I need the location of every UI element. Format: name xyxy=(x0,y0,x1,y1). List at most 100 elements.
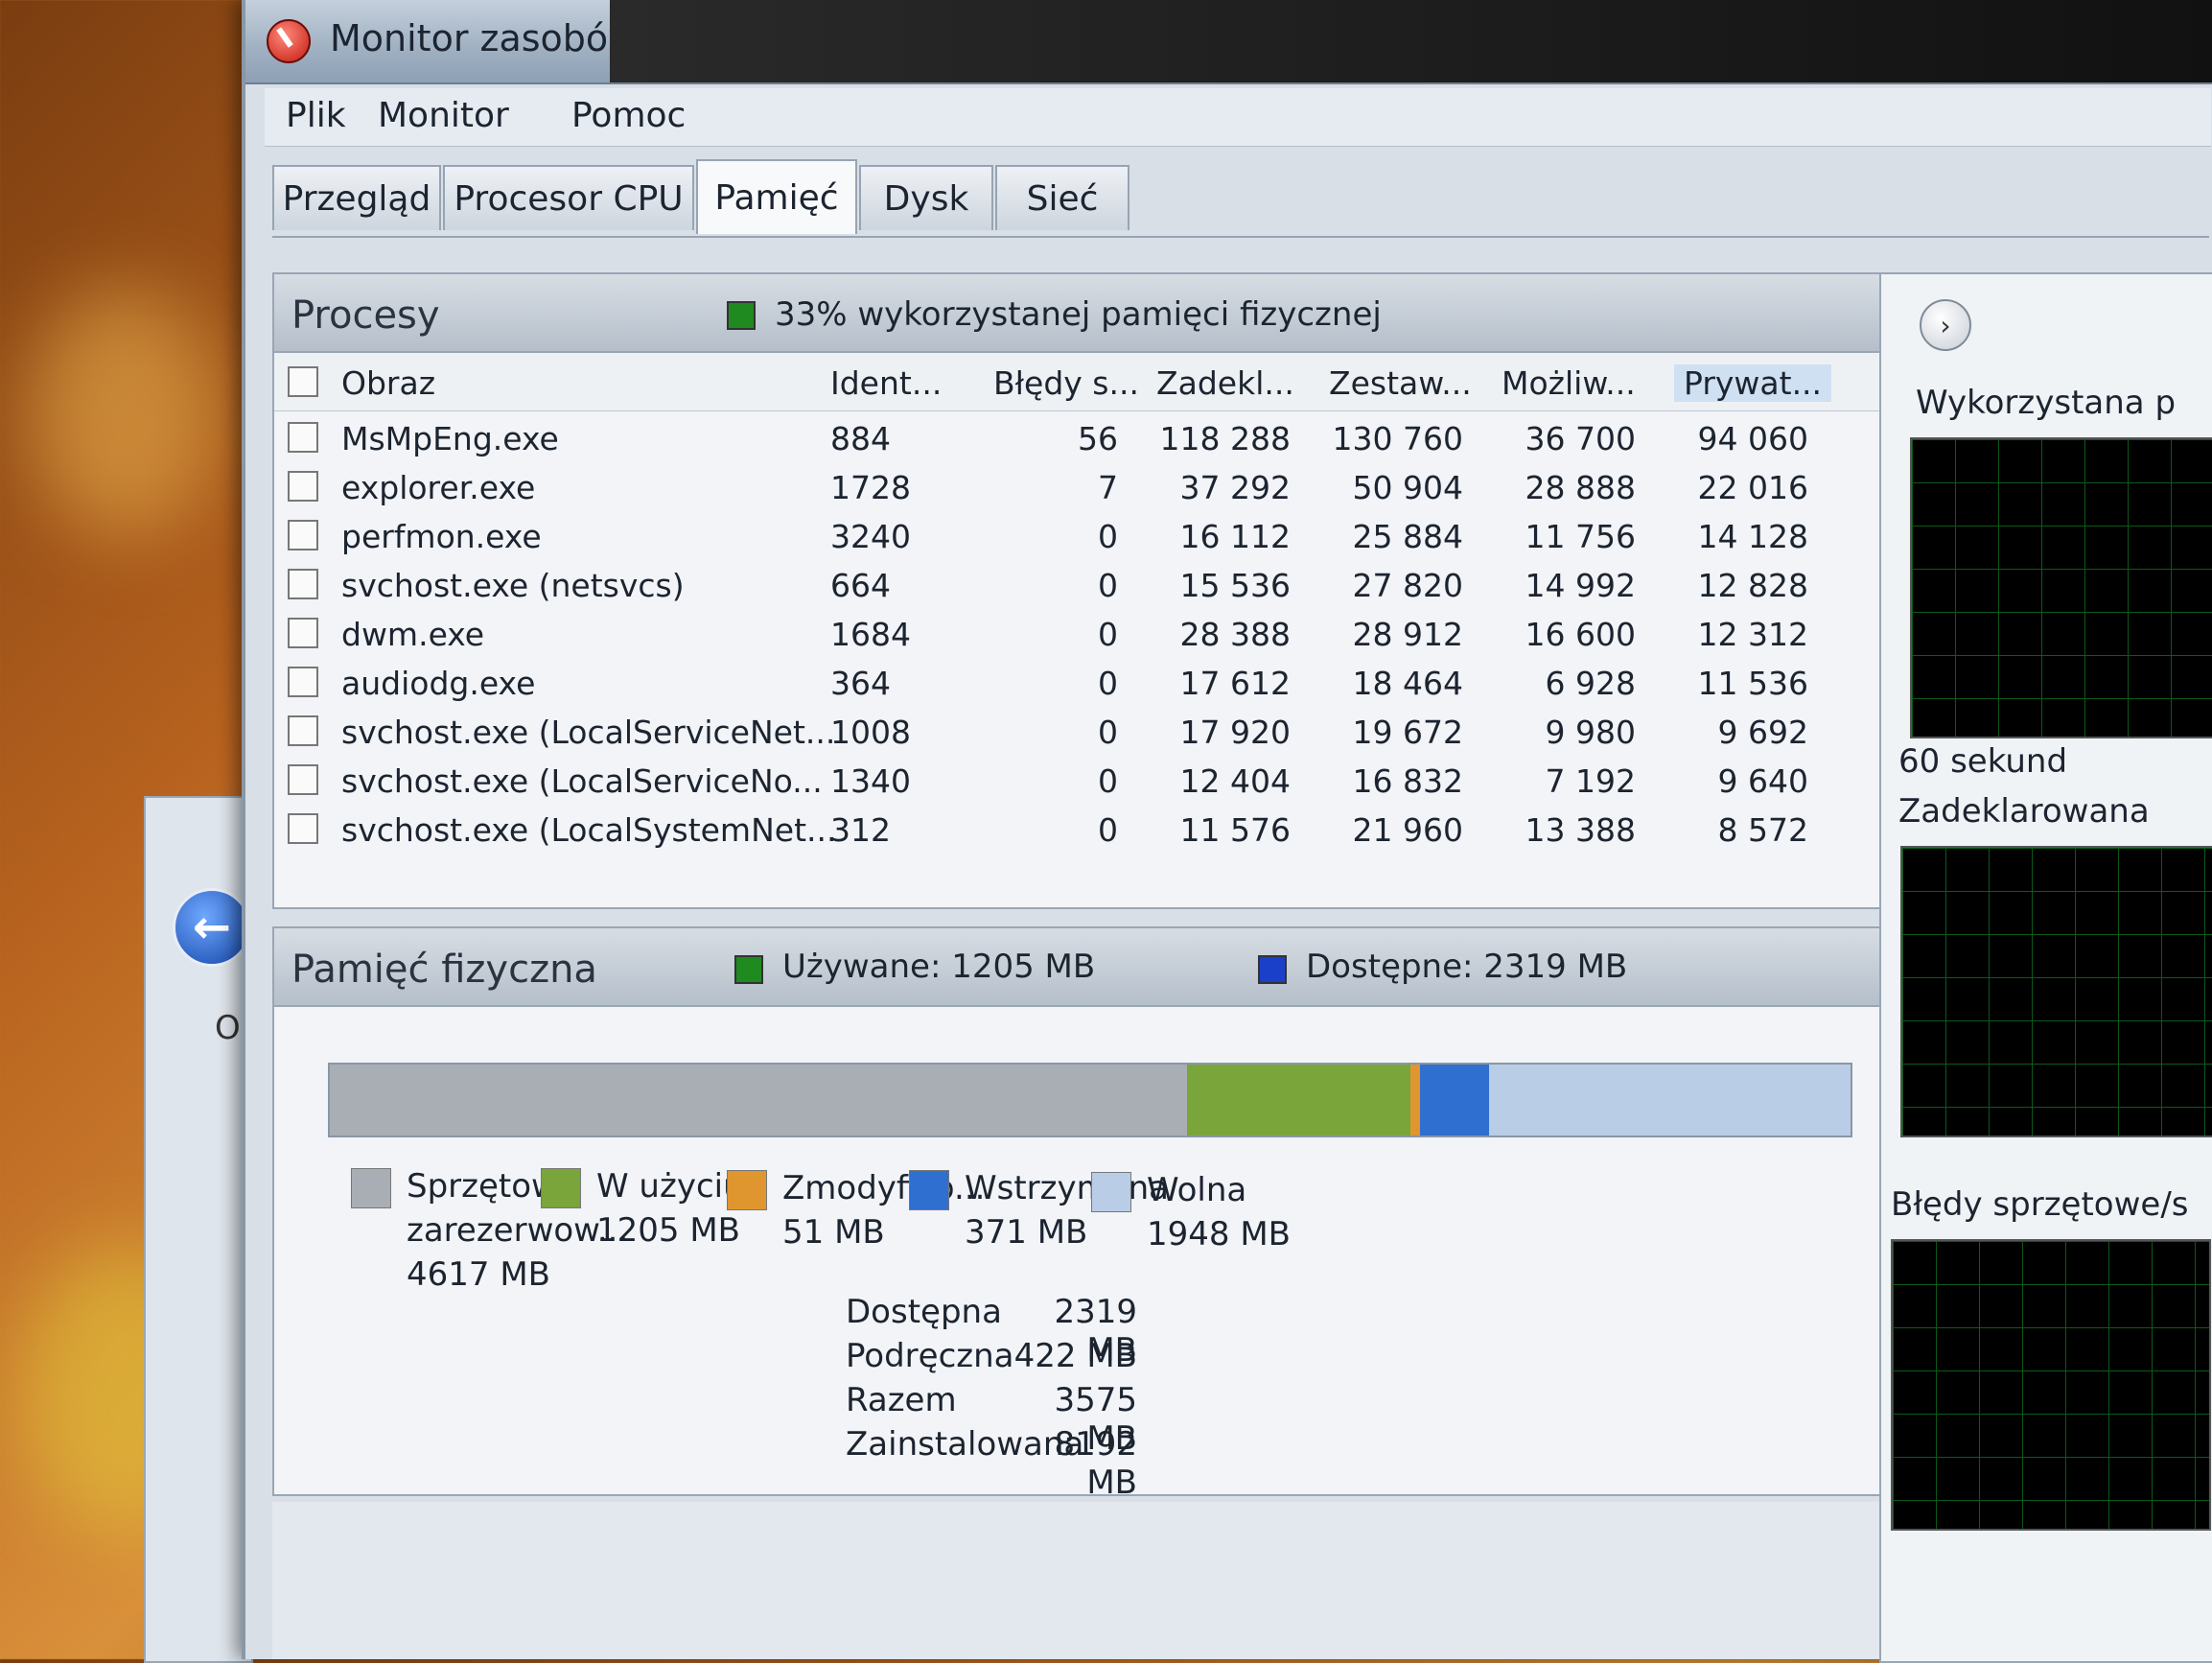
memory-usage-bar xyxy=(328,1063,1852,1137)
stat-label: Dostępna xyxy=(846,1293,1002,1331)
expand-right-icon[interactable]: › xyxy=(1920,299,1971,351)
process-value: 56 xyxy=(1078,420,1118,457)
row-checkbox[interactable] xyxy=(288,813,318,844)
process-value: 22 016 xyxy=(1697,469,1808,506)
table-row[interactable]: MsMpEng.exe 884 56 118 288 130 760 36 700 94 0… xyxy=(274,414,2075,463)
table-row[interactable]: svchost.exe (netsvcs) 664 0 15 536 27 820 14 … xyxy=(274,561,2075,610)
process-value: 27 820 xyxy=(1352,567,1463,604)
legend-label: W użyciu xyxy=(596,1167,744,1206)
processes-header[interactable]: Procesy 33% wykorzystanej pamięci fizycz… xyxy=(274,274,2113,353)
table-row[interactable]: audiodg.exe 364 0 17 612 18 464 6 928 11 536 xyxy=(274,659,2075,708)
legend-label: Wstrzymana xyxy=(965,1169,1169,1207)
graph1-label: Wykorzystana p xyxy=(1916,384,2177,422)
back-arrow-icon[interactable]: ← xyxy=(173,888,251,967)
tab-cpu[interactable]: Procesor CPU xyxy=(443,165,694,230)
row-checkbox[interactable] xyxy=(288,618,318,648)
graph3-label: Błędy sprzętowe/s xyxy=(1891,1185,2189,1224)
process-value: 0 xyxy=(1098,714,1118,751)
table-row[interactable]: explorer.exe 1728 7 37 292 50 904 28 888 22 01… xyxy=(274,463,2075,512)
process-value: 50 904 xyxy=(1352,469,1463,506)
row-checkbox[interactable] xyxy=(288,715,318,746)
process-value: 7 192 xyxy=(1545,762,1636,800)
memory-usage-graph xyxy=(1910,437,2212,738)
tab-overview[interactable]: Przegląd xyxy=(272,165,441,230)
process-value: 94 060 xyxy=(1697,420,1808,457)
legend-item: Wstrzymana 371 MB xyxy=(909,1166,1169,1254)
column-private[interactable]: Prywat... xyxy=(1674,364,1832,402)
used-memory-label: Używane: 1205 MB xyxy=(782,948,1096,986)
process-value: 664 xyxy=(830,567,891,604)
stat-label: Razem xyxy=(846,1381,957,1419)
row-checkbox[interactable] xyxy=(288,667,318,697)
available-memory-label: Dostępne: 2319 MB xyxy=(1306,948,1628,986)
process-value: 13 388 xyxy=(1525,811,1636,849)
process-value: 0 xyxy=(1098,567,1118,604)
column-commit[interactable]: Zadekl... xyxy=(1156,364,1294,402)
process-value: 130 760 xyxy=(1332,420,1463,457)
process-value: 16 112 xyxy=(1179,518,1291,555)
column-image[interactable]: Obraz xyxy=(341,364,435,402)
process-name: explorer.exe xyxy=(341,469,536,506)
window-title: Monitor zasobów xyxy=(330,17,639,59)
process-value: 25 884 xyxy=(1352,518,1463,555)
memory-bar-free xyxy=(1488,1065,1851,1136)
background-window-text: O xyxy=(215,1009,241,1047)
legend-swatch xyxy=(727,1170,767,1210)
process-value: 884 xyxy=(830,420,891,457)
memory-usage-summary: 33% wykorzystanej pamięci fizycznej xyxy=(775,295,1382,334)
process-value: 16 600 xyxy=(1525,616,1636,653)
process-value: 18 464 xyxy=(1352,665,1463,702)
table-row[interactable]: svchost.exe (LocalServiceNo... 1340 0 12 40… xyxy=(274,757,2075,806)
legend-value: 1205 MB xyxy=(596,1211,740,1250)
process-value: 1008 xyxy=(830,714,911,751)
process-name: dwm.exe xyxy=(341,616,485,653)
process-value: 37 292 xyxy=(1179,469,1291,506)
process-value: 11 576 xyxy=(1179,811,1291,849)
table-row[interactable]: perfmon.exe 3240 0 16 112 25 884 11 756 14 128 xyxy=(274,512,2075,561)
stat-value: 8192 MB xyxy=(1054,1425,1137,1502)
table-row[interactable]: dwm.exe 1684 0 28 388 28 912 16 600 12 312 xyxy=(274,610,2075,659)
process-value: 364 xyxy=(830,665,891,702)
legend-label: Sprzętowa xyxy=(407,1167,578,1206)
available-memory-indicator xyxy=(1258,955,1287,984)
process-value: 0 xyxy=(1098,811,1118,849)
process-value: 17 920 xyxy=(1179,714,1291,751)
table-row[interactable]: svchost.exe (LocalSystemNet... 312 0 11 576… xyxy=(274,806,2075,855)
row-checkbox[interactable] xyxy=(288,422,318,453)
column-shareable[interactable]: Możliw... xyxy=(1502,364,1636,402)
menu-monitor[interactable]: Monitor xyxy=(378,96,509,135)
title-bar-dark-area xyxy=(610,0,2212,82)
row-checkbox[interactable] xyxy=(288,520,318,550)
process-value: 0 xyxy=(1098,518,1118,555)
process-value: 15 536 xyxy=(1179,567,1291,604)
column-hard-faults[interactable]: Błędy s... xyxy=(993,364,1139,402)
tab-network[interactable]: Sieć xyxy=(995,165,1129,230)
column-pid[interactable]: Ident... xyxy=(830,364,942,402)
title-bar[interactable]: Monitor zasobów xyxy=(245,0,2212,84)
menu-help[interactable]: Pomoc xyxy=(571,96,686,135)
tab-disk[interactable]: Dysk xyxy=(859,165,993,230)
processes-table-header: Obraz Ident... Błędy s... Zadekl... Zest… xyxy=(274,353,2075,411)
table-row[interactable]: svchost.exe (LocalServiceNet... 1008 0 17 9… xyxy=(274,708,2075,757)
process-value: 7 xyxy=(1098,469,1118,506)
physical-memory-title: Pamięć fizyczna xyxy=(291,948,597,992)
process-value: 0 xyxy=(1098,665,1118,702)
physical-memory-header[interactable]: Pamięć fizyczna Używane: 1205 MB Dostępn… xyxy=(274,928,2096,1007)
memory-bar-modified xyxy=(1410,1065,1420,1136)
row-checkbox[interactable] xyxy=(288,569,318,599)
process-value: 9 640 xyxy=(1717,762,1808,800)
process-value: 3240 xyxy=(830,518,911,555)
process-value: 312 xyxy=(830,811,891,849)
legend-label: Wolna xyxy=(1147,1171,1247,1209)
commit-graph xyxy=(1900,846,2212,1137)
tab-memory[interactable]: Pamięć xyxy=(696,159,857,234)
process-value: 11 756 xyxy=(1525,518,1636,555)
legend-swatch xyxy=(541,1168,581,1208)
column-working-set[interactable]: Zestaw... xyxy=(1329,364,1472,402)
empty-area xyxy=(272,1502,2104,1659)
row-checkbox[interactable] xyxy=(288,764,318,795)
select-all-checkbox[interactable] xyxy=(288,366,318,397)
process-value: 1340 xyxy=(830,762,911,800)
row-checkbox[interactable] xyxy=(288,471,318,502)
menu-file[interactable]: Plik xyxy=(286,96,346,135)
